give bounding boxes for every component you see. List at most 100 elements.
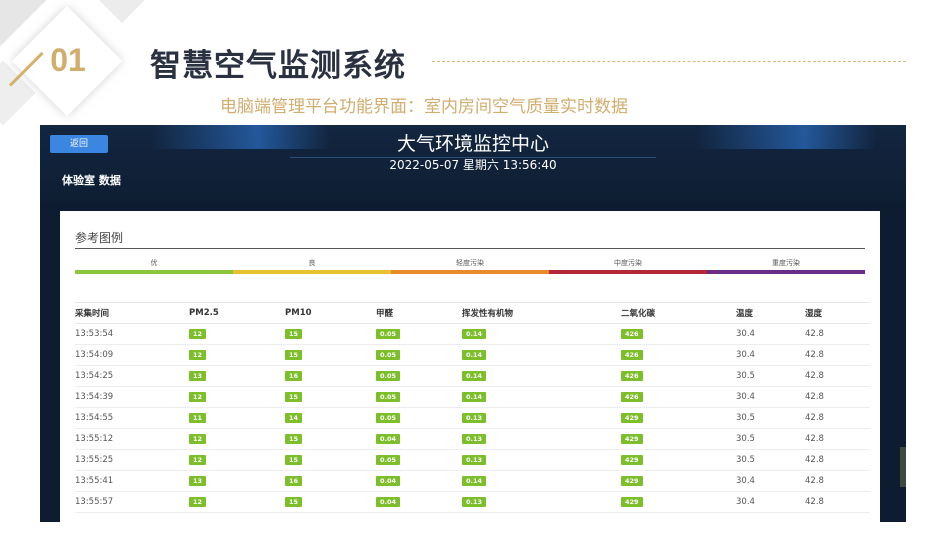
table-cell: 15: [285, 449, 376, 471]
table-row: 13:55:25 12 15 0.05 0.13 429 30.5 42.8: [75, 449, 870, 471]
legend-title: 参考图例: [75, 231, 124, 245]
table-cell: 30.4: [736, 323, 805, 345]
value-badge: 426: [621, 329, 643, 339]
table-cell: 11: [189, 407, 285, 429]
column-header: 二氧化碳: [621, 302, 736, 324]
table-cell: 13:55:57: [75, 491, 189, 513]
legend-item: 中度污染: [549, 258, 707, 274]
current-datetime: 2022-05-07 星期六 13:56:40: [389, 158, 557, 172]
table-cell: 0.14: [462, 386, 621, 408]
value-badge: 0.05: [376, 413, 401, 423]
table-cell: 0.13: [462, 491, 621, 513]
table-row: 13:54:55 11 14 0.05 0.13 429 30.5 42.8: [75, 407, 870, 429]
value-badge: 12: [189, 329, 207, 339]
value-badge: 0.14: [462, 329, 487, 339]
table-cell: 16: [285, 470, 376, 492]
legend-item: 优: [75, 258, 233, 274]
slide-title: 智慧空气监测系统: [150, 48, 406, 84]
table-cell: 15: [285, 344, 376, 366]
side-scroll-tab[interactable]: [900, 447, 906, 487]
table-cell: 13: [189, 470, 285, 492]
table-cell: 0.14: [462, 344, 621, 366]
table-cell: 15: [285, 386, 376, 408]
table-cell: 30.5: [736, 449, 805, 471]
column-header: 温度: [736, 302, 805, 324]
table-row: 13:54:39 12 15 0.05 0.14 426 30.4 42.8: [75, 386, 870, 408]
value-badge: 0.14: [462, 371, 487, 381]
legend-label: 中度污染: [614, 259, 642, 267]
legend-label: 轻度污染: [456, 259, 484, 267]
value-badge: 15: [285, 350, 303, 360]
value-badge: 14: [285, 413, 303, 423]
data-table-wrapper: 采集时间 PM2.5 PM10 甲醛 挥发性有机物 二氧化碳 温度 湿度 13:53:54 12…: [75, 302, 870, 513]
table-cell: 12: [189, 344, 285, 366]
title-divider: [432, 61, 906, 62]
table-cell: 426: [621, 344, 736, 366]
table-cell: 30.4: [736, 386, 805, 408]
table-cell: 13:54:09: [75, 344, 189, 366]
table-cell: 30.5: [736, 365, 805, 387]
table-cell: 30.5: [736, 407, 805, 429]
value-badge: 426: [621, 371, 643, 381]
table-cell: 426: [621, 323, 736, 345]
legend-label: 良: [308, 259, 316, 267]
table-cell: 0.14: [462, 365, 621, 387]
data-card: 参考图例 优 良 轻度污染 中度污染 重度污染 采集时间 PM2.5 PM10 甲醛 挥发性有机…: [60, 211, 880, 522]
table-cell: 12: [189, 449, 285, 471]
legend-item: 轻度污染: [391, 258, 549, 274]
table-cell: 426: [621, 386, 736, 408]
table-cell: 42.8: [805, 323, 870, 345]
legend-label: 重度污染: [772, 259, 800, 267]
value-badge: 429: [621, 497, 643, 507]
table-cell: 0.05: [376, 365, 462, 387]
monitor-screen: 返回 大气环境监控中心 2022-05-07 星期六 13:56:40 体验室 …: [40, 125, 906, 522]
value-badge: 0.13: [462, 455, 487, 465]
table-cell: 14: [285, 407, 376, 429]
value-badge: 15: [285, 455, 303, 465]
value-badge: 426: [621, 350, 643, 360]
table-cell: 12: [189, 491, 285, 513]
value-badge: 0.05: [376, 329, 401, 339]
table-cell: 13:54:25: [75, 365, 189, 387]
table-cell: 0.13: [462, 407, 621, 429]
table-cell: 42.8: [805, 386, 870, 408]
table-cell: 0.14: [462, 470, 621, 492]
table-row: 13:55:57 12 15 0.04 0.13 429 30.4 42.8: [75, 491, 870, 513]
value-badge: 426: [621, 392, 643, 402]
value-badge: 0.04: [376, 476, 401, 486]
table-cell: 13:55:12: [75, 428, 189, 450]
column-header: PM2.5: [189, 302, 285, 324]
value-badge: 0.05: [376, 392, 401, 402]
table-cell: 30.4: [736, 344, 805, 366]
value-badge: 0.05: [376, 455, 401, 465]
table-cell: 30.5: [736, 428, 805, 450]
table-cell: 42.8: [805, 491, 870, 513]
value-badge: 0.14: [462, 350, 487, 360]
table-cell: 0.04: [376, 470, 462, 492]
slide-subtitle: 电脑端管理平台功能界面：室内房间空气质量实时数据: [220, 97, 628, 117]
column-header: PM10: [285, 302, 376, 324]
table-cell: 0.04: [376, 491, 462, 513]
value-badge: 0.04: [376, 497, 401, 507]
table-cell: 0.05: [376, 386, 462, 408]
value-badge: 429: [621, 476, 643, 486]
value-badge: 12: [189, 350, 207, 360]
table-cell: 12: [189, 323, 285, 345]
table-row: 13:55:12 12 15 0.04 0.13 429 30.5 42.8: [75, 428, 870, 450]
legend-item: 重度污染: [707, 258, 865, 274]
table-cell: 15: [285, 491, 376, 513]
table-row: 13:55:41 13 16 0.04 0.14 429 30.4 42.8: [75, 470, 870, 492]
value-badge: 15: [285, 497, 303, 507]
value-badge: 15: [285, 329, 303, 339]
value-badge: 0.04: [376, 434, 401, 444]
table-row: 13:54:09 12 15 0.05 0.14 426 30.4 42.8: [75, 344, 870, 366]
table-cell: 429: [621, 491, 736, 513]
center-title: 大气环境监控中心: [396, 133, 549, 155]
table-cell: 42.8: [805, 470, 870, 492]
table-cell: 30.4: [736, 470, 805, 492]
table-cell: 13:54:55: [75, 407, 189, 429]
value-badge: 429: [621, 434, 643, 444]
legend-color-bar: [549, 270, 707, 274]
table-header-row: 采集时间 PM2.5 PM10 甲醛 挥发性有机物 二氧化碳 温度 湿度: [75, 302, 870, 324]
value-badge: 12: [189, 434, 207, 444]
